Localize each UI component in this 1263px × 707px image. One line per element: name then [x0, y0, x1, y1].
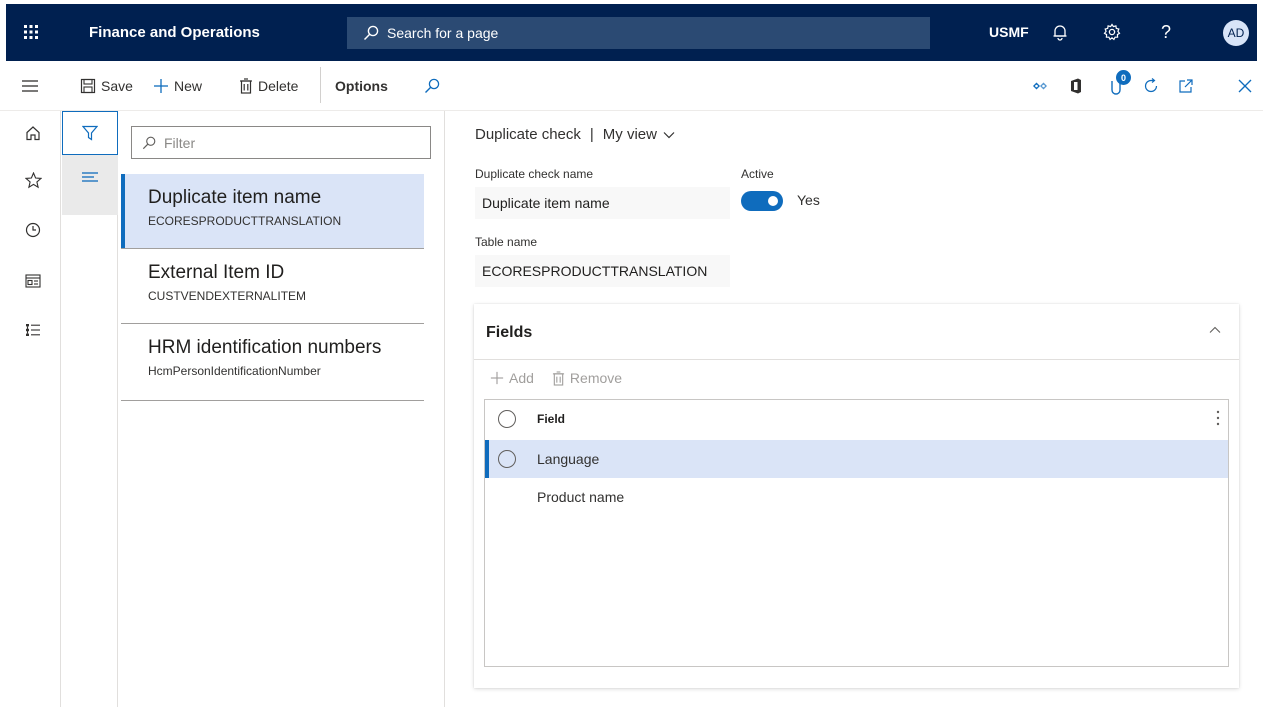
list-item[interactable]: External Item ID CUSTVENDEXTERNALITEM	[121, 249, 424, 324]
duplicate-check-name-label: Duplicate check name	[475, 167, 594, 181]
close-icon[interactable]	[1233, 74, 1257, 98]
active-toggle-text: Yes	[797, 192, 820, 208]
table-row[interactable]: Product name	[485, 478, 1228, 516]
action-search-icon[interactable]	[424, 74, 445, 98]
list-item[interactable]: HRM identification numbers HcmPersonIden…	[121, 324, 424, 401]
search-icon	[363, 25, 379, 41]
view-selector[interactable]: My view	[603, 126, 675, 143]
fields-grid-toolbar: Add Remove	[490, 370, 640, 386]
list-filter-placeholder: Filter	[164, 134, 196, 151]
office-icon[interactable]	[1064, 74, 1088, 98]
duplicate-check-name-field[interactable]: Duplicate item name	[475, 187, 730, 219]
list-item-subtitle: CUSTVENDEXTERNALITEM	[148, 289, 307, 303]
table-row[interactable]: Language	[485, 440, 1228, 478]
company-picker[interactable]: USMF	[989, 4, 1029, 61]
filter-icon	[82, 125, 98, 141]
form-caption: Duplicate check | My view	[475, 126, 675, 143]
list-icon	[82, 172, 98, 182]
table-name-label: Table name	[475, 235, 538, 249]
save-label: Save	[101, 78, 133, 94]
top-navigation-bar: Finance and Operations Search for a page…	[0, 0, 1263, 61]
add-field-label: Add	[509, 370, 534, 386]
star-icon[interactable]	[21, 168, 45, 192]
top-navigation-bar-inner: Finance and Operations Search for a page…	[6, 4, 1257, 61]
delete-icon	[239, 78, 258, 94]
action-pane-divider	[320, 67, 321, 103]
avatar[interactable]: AD	[1223, 20, 1249, 46]
list-item-title: Duplicate item name	[148, 187, 322, 208]
form-caption-title: Duplicate check	[475, 126, 581, 143]
help-icon[interactable]: ?	[1155, 21, 1177, 43]
home-icon[interactable]	[21, 121, 45, 145]
clock-icon[interactable]	[21, 218, 45, 242]
filter-pane-toggle[interactable]	[62, 111, 118, 155]
chevron-up-icon	[1209, 326, 1221, 334]
global-search-box[interactable]: Search for a page	[347, 17, 930, 49]
grid-header-row: Field	[485, 400, 1228, 438]
remove-field-label: Remove	[569, 370, 623, 386]
modules-icon[interactable]	[21, 318, 45, 342]
delete-label: Delete	[258, 78, 299, 94]
fields-fasttab-header[interactable]: Fields	[474, 304, 1239, 360]
app-title[interactable]: Finance and Operations	[89, 4, 260, 61]
chevron-down-icon	[657, 131, 675, 139]
global-search-label: Search for a page	[387, 25, 499, 41]
left-navigation-rail	[6, 111, 61, 707]
attachment-icon[interactable]: 0	[1104, 70, 1131, 98]
list-pane: Filter Duplicate item name ECORESPRODUCT…	[119, 111, 445, 707]
list-item-subtitle: ECORESPRODUCTTRANSLATION	[148, 214, 342, 228]
list-pane-toggle[interactable]	[62, 155, 118, 215]
more-vertical-icon[interactable]	[1216, 410, 1220, 426]
delete-button[interactable]: Delete	[239, 74, 298, 98]
options-tab[interactable]: Options	[335, 74, 388, 98]
remove-field-button[interactable]: Remove	[552, 370, 622, 386]
action-pane: Save New Delete Options 0	[0, 61, 1263, 111]
list-item-subtitle: HcmPersonIdentificationNumber	[148, 364, 321, 378]
details-pane: Duplicate check | My view Duplicate chec…	[446, 111, 1263, 707]
refresh-icon[interactable]	[1139, 74, 1163, 98]
list-pane-toolbar	[62, 111, 118, 707]
list-item-title: HRM identification numbers	[148, 337, 382, 358]
list-item-title: External Item ID	[148, 262, 285, 283]
field-cell[interactable]: Language	[537, 451, 599, 467]
hamburger-icon[interactable]	[22, 74, 43, 98]
save-button[interactable]: Save	[80, 74, 133, 98]
row-select-radio[interactable]	[498, 450, 516, 468]
save-icon	[80, 78, 101, 94]
fields-fasttab-title: Fields	[486, 324, 533, 341]
fields-grid: Field Language Product name	[484, 399, 1229, 667]
list-item[interactable]: Duplicate item name ECORESPRODUCTTRANSLA…	[121, 174, 424, 249]
new-label: New	[174, 78, 203, 94]
select-all-radio[interactable]	[498, 410, 516, 428]
gear-icon[interactable]	[1101, 21, 1123, 43]
plus-icon	[490, 371, 509, 385]
filter-search-icon	[142, 136, 156, 150]
open-new-window-icon[interactable]	[1174, 74, 1198, 98]
field-column-header[interactable]: Field	[537, 412, 565, 426]
active-toggle[interactable]	[741, 191, 783, 211]
bell-icon[interactable]	[1049, 21, 1071, 43]
new-button[interactable]: New	[153, 74, 202, 98]
waffle-icon[interactable]	[20, 21, 42, 43]
fields-fasttab: Fields Add Remove Field Language Product…	[474, 304, 1239, 688]
table-name-field[interactable]: ECORESPRODUCTTRANSLATION	[475, 255, 730, 287]
delete-icon	[552, 370, 570, 386]
view-selector-label: My view	[602, 126, 657, 143]
active-label: Active	[741, 167, 774, 181]
attachment-count-badge: 0	[1116, 70, 1131, 85]
workspace-icon[interactable]	[21, 269, 45, 293]
plus-icon	[153, 78, 174, 94]
form-caption-divider: |	[589, 126, 594, 143]
list-filter-input[interactable]: Filter	[131, 126, 431, 159]
diamond-icon[interactable]	[1028, 74, 1052, 98]
field-cell[interactable]: Product name	[537, 489, 624, 505]
add-field-button[interactable]: Add	[490, 370, 534, 386]
